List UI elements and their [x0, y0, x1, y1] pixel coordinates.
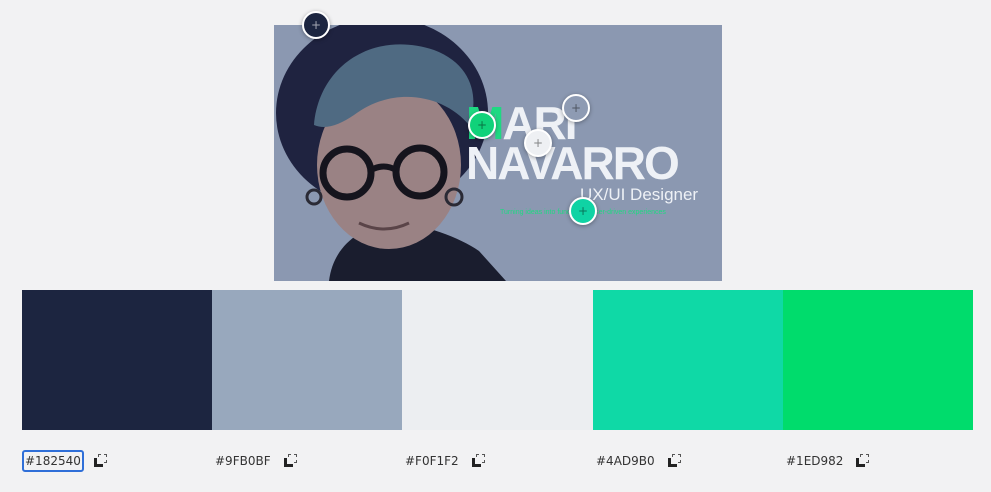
plus-icon: + [310, 18, 322, 32]
copy-icon[interactable] [667, 453, 683, 469]
plus-icon: + [476, 118, 488, 132]
swatch-1[interactable] [22, 290, 213, 430]
hex-label-1: #182540 [22, 449, 109, 473]
hex-value[interactable]: #4AD9B0 [593, 450, 658, 472]
copy-icon[interactable] [283, 453, 299, 469]
copy-icon[interactable] [93, 453, 109, 469]
swatch-4[interactable] [592, 290, 783, 430]
hex-value[interactable]: #9FB0BF [212, 450, 274, 472]
hex-label-3: #F0F1F2 [402, 449, 487, 473]
swatch-5[interactable] [782, 290, 974, 430]
color-picker-marker-4[interactable]: + [524, 129, 552, 157]
hex-labels: #182540 #9FB0BF #F0F1F2 #4AD9B0 #1ED982 [22, 449, 973, 473]
copy-icon[interactable] [471, 453, 487, 469]
name-line-2: NAVARRO [466, 137, 680, 189]
plus-icon: + [577, 204, 589, 218]
hex-value[interactable]: #182540 [22, 450, 84, 472]
hex-value[interactable]: #F0F1F2 [402, 450, 462, 472]
hex-label-2: #9FB0BF [212, 449, 299, 473]
hex-value[interactable]: #1ED982 [783, 450, 846, 472]
swatch-3[interactable] [402, 290, 593, 430]
image-preview[interactable]: MARI NAVARRO UX/UI Designer Turning idea… [274, 25, 722, 281]
color-picker-marker-5[interactable]: + [569, 197, 597, 225]
hex-label-4: #4AD9B0 [593, 449, 683, 473]
plus-icon: + [570, 101, 582, 115]
swatch-2[interactable] [212, 290, 403, 430]
hex-label-5: #1ED982 [783, 449, 871, 473]
color-picker-marker-3[interactable]: + [468, 111, 496, 139]
color-picker-marker-1[interactable]: + [302, 11, 330, 39]
color-picker-marker-2[interactable]: + [562, 94, 590, 122]
color-swatches [22, 290, 974, 430]
copy-icon[interactable] [855, 453, 871, 469]
plus-icon: + [532, 136, 544, 150]
role-title: UX/UI Designer [580, 185, 699, 204]
